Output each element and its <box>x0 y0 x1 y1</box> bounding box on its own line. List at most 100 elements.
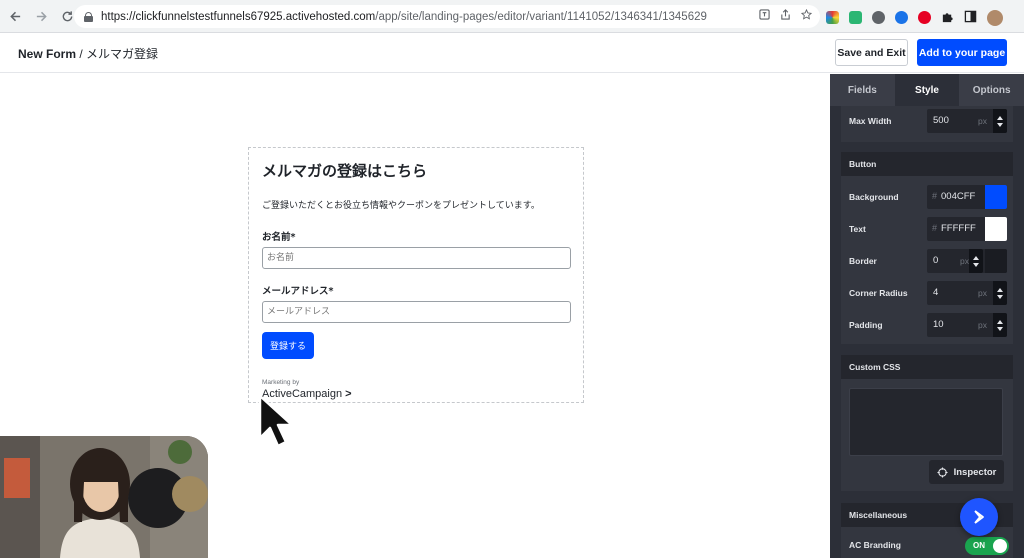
sidebar-icon[interactable] <box>964 8 977 27</box>
button-border-row: Border 0 px <box>849 249 1009 273</box>
url-path: /app/site/landing-pages/editor/variant/1… <box>375 10 707 23</box>
custom-css-section: Custom CSS Inspector <box>841 355 1013 491</box>
border-value: 0 <box>933 255 939 266</box>
blue-extension-icon[interactable] <box>895 11 908 24</box>
decrement-icon <box>997 122 1003 127</box>
chevron-right-icon: > <box>345 388 352 400</box>
title-form-subname: / メルマガ登録 <box>76 47 159 61</box>
lock-icon <box>84 11 93 22</box>
ac-branding-label: AC Branding <box>849 540 901 550</box>
email-field[interactable] <box>262 301 571 323</box>
name-field[interactable] <box>262 247 571 269</box>
padding-value: 10 <box>933 319 944 330</box>
page-title: New Form / メルマガ登録 <box>18 45 158 62</box>
button-padding-row: Padding 10 px <box>849 313 1009 337</box>
green-extension-icon[interactable] <box>849 11 862 24</box>
activecampaign-logo: ActiveCampaign > <box>262 388 570 400</box>
decrement-icon <box>973 262 979 267</box>
send-fab-button[interactable] <box>960 498 998 536</box>
border-label: Border <box>849 256 877 266</box>
inspector-button[interactable]: Inspector <box>929 460 1004 484</box>
puzzle-icon[interactable] <box>941 8 954 27</box>
background-color-input[interactable]: # 004CFF <box>927 185 1007 209</box>
button-background-row: Background # 004CFF <box>849 185 1009 209</box>
text-color-hash: # <box>932 223 938 233</box>
tab-options[interactable]: Options <box>959 74 1024 106</box>
button-style-section: Button Background # 004CFF Text # FFFFFF… <box>841 152 1013 344</box>
increment-icon <box>997 115 1003 120</box>
border-stepper[interactable] <box>969 249 983 273</box>
pinterest-icon[interactable] <box>918 11 931 24</box>
button-text-color-row: Text # FFFFFF <box>849 217 1009 241</box>
increment-icon <box>997 319 1003 324</box>
border-color-swatch[interactable] <box>985 249 1007 273</box>
name-field-label: お名前* <box>262 232 296 243</box>
custom-css-textarea[interactable] <box>849 388 1003 456</box>
share-icon[interactable] <box>780 9 791 23</box>
background-hash: # <box>932 191 938 201</box>
max-width-label: Max Width <box>849 116 892 126</box>
tab-fields[interactable]: Fields <box>830 74 895 106</box>
screen: https://clickfunnelstestfunnels67925.act… <box>0 0 1024 558</box>
background-label: Background <box>849 192 899 202</box>
color-extension-icon[interactable] <box>826 11 839 24</box>
padding-stepper[interactable] <box>993 313 1007 337</box>
toggle-knob <box>993 539 1007 553</box>
text-color-input[interactable]: # FFFFFF <box>927 217 1007 241</box>
corner-radius-unit: px <box>978 288 987 298</box>
button-corner-radius-row: Corner Radius 4 px <box>849 281 1009 305</box>
form-heading: メルマガの登録はこちら <box>262 162 428 180</box>
corner-radius-stepper[interactable] <box>993 281 1007 305</box>
style-panel: Fields Style Options Max Width 500 px Bu… <box>830 74 1024 558</box>
max-width-stepper[interactable] <box>993 109 1007 133</box>
extensions-bar <box>826 8 1003 27</box>
background-swatch[interactable] <box>985 185 1007 209</box>
padding-unit: px <box>978 320 987 330</box>
editor-header: New Form / メルマガ登録 Save and Exit Add to y… <box>0 33 1024 73</box>
submit-button[interactable]: 登録する <box>262 332 314 359</box>
address-bar[interactable]: https://clickfunnelstestfunnels67925.act… <box>74 5 820 28</box>
decrement-icon <box>997 326 1003 331</box>
border-unit: px <box>960 256 969 266</box>
forward-arrow-icon[interactable] <box>30 5 52 27</box>
text-color-swatch[interactable] <box>985 217 1007 241</box>
padding-input[interactable]: 10 px <box>927 313 1007 337</box>
url-host: https://clickfunnelstestfunnels67925.act… <box>101 10 376 23</box>
inspector-label: Inspector <box>953 466 997 478</box>
add-to-page-button[interactable]: Add to your page <box>917 39 1007 66</box>
form-preview[interactable]: メルマガの登録はこちら ご登録いただくとお役立ち情報やクーポンをプレゼントしてい… <box>248 147 584 403</box>
profile-avatar[interactable] <box>987 9 1003 26</box>
cursor-icon <box>258 394 294 448</box>
back-arrow-icon[interactable] <box>4 5 26 27</box>
decrement-icon <box>997 294 1003 299</box>
presenter-video <box>0 436 208 558</box>
max-width-row: Max Width 500 px <box>849 109 1009 133</box>
corner-radius-input[interactable]: 4 px <box>927 281 1007 305</box>
ac-branding-toggle[interactable]: ON <box>965 537 1009 555</box>
form-description: ご登録いただくとお役立ち情報やクーポンをプレゼントしています。 <box>262 201 540 211</box>
marketing-by-label: Marketing by <box>262 379 300 386</box>
save-and-exit-button[interactable]: Save and Exit <box>835 39 908 66</box>
corner-radius-value: 4 <box>933 287 939 298</box>
corner-radius-label: Corner Radius <box>849 288 908 298</box>
text-color-label: Text <box>849 224 866 234</box>
translate-icon[interactable] <box>759 9 770 23</box>
browser-toolbar: https://clickfunnelstestfunnels67925.act… <box>0 0 1024 33</box>
title-form-name: New Form <box>18 47 77 61</box>
email-field-label: メールアドレス* <box>262 286 334 297</box>
text-color-hex: FFFFFF <box>941 223 976 234</box>
increment-icon <box>997 287 1003 292</box>
max-width-input[interactable]: 500 px <box>927 109 1007 133</box>
send-icon <box>974 510 984 524</box>
max-width-unit: px <box>978 116 987 126</box>
panel-tabs: Fields Style Options <box>830 74 1024 106</box>
recycle-extension-icon[interactable] <box>872 11 885 24</box>
star-icon[interactable] <box>800 8 813 23</box>
crosshair-icon <box>937 466 948 478</box>
max-width-value: 500 <box>933 115 949 126</box>
increment-icon <box>973 255 979 260</box>
custom-css-title: Custom CSS <box>841 355 1013 379</box>
tab-style[interactable]: Style <box>894 74 960 106</box>
button-section-title: Button <box>841 152 1013 176</box>
border-input[interactable]: 0 px <box>927 249 1007 273</box>
